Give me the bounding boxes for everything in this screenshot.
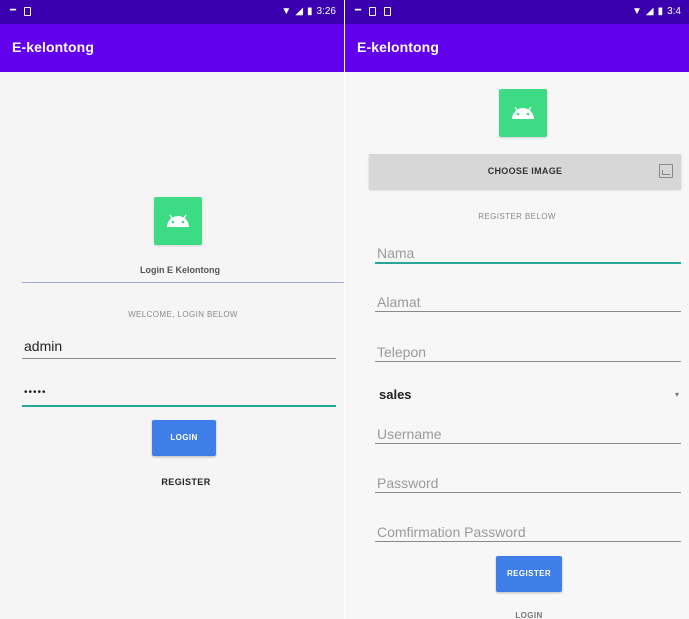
password-input[interactable]: ••••• xyxy=(24,387,334,398)
choose-image-label: CHOOSE IMAGE xyxy=(487,166,563,176)
signal-icon: ◢ xyxy=(295,6,304,17)
register-button[interactable]: REGISTER xyxy=(496,556,562,592)
android-logo-icon xyxy=(154,197,202,245)
status-time: 3:26 xyxy=(316,6,336,17)
image-icon xyxy=(659,164,673,178)
register-below-text: REGISTER BELOW xyxy=(478,212,556,221)
wifi-icon: ▼ xyxy=(631,6,642,17)
register-link[interactable]: REGISTER xyxy=(136,477,236,487)
notification-square-icon xyxy=(24,6,32,16)
logo-caption-underline xyxy=(22,282,344,283)
login-screen: ━ ▼ ◢ ▮ 3:26 E-kelontong Login E Kelonto… xyxy=(0,0,344,619)
battery-icon: ▮ xyxy=(657,6,664,17)
app-title: E-kelontong xyxy=(12,39,94,55)
telepon-underline xyxy=(375,361,681,362)
battery-icon: ▮ xyxy=(307,6,313,17)
username-input[interactable]: Username xyxy=(377,426,442,442)
notification-icon: ━ xyxy=(355,5,362,16)
logo-caption: Login E Kelontong xyxy=(140,265,220,275)
role-dropdown[interactable]: sales xyxy=(379,387,412,402)
login-button[interactable]: LOGIN xyxy=(152,420,216,456)
app-title: E-kelontong xyxy=(357,39,439,55)
username-underline xyxy=(22,358,336,359)
status-bar: ━ ▼ ◢ ▮ 3:26 xyxy=(0,0,344,24)
nama-underline xyxy=(375,262,681,264)
alamat-input[interactable]: Alamat xyxy=(377,294,421,310)
notification-icon: ━ xyxy=(10,5,17,16)
status-bar: ━ ▼ ◢ ▮ 3:4 xyxy=(345,0,689,24)
dropdown-arrow-icon[interactable]: ▾ xyxy=(675,390,679,399)
app-bar: E-kelontong xyxy=(0,24,344,72)
wifi-icon: ▼ xyxy=(281,6,292,17)
username-underline xyxy=(375,443,681,444)
telepon-input[interactable]: Telepon xyxy=(377,344,426,360)
confirm-password-input[interactable]: Comfirmation Password xyxy=(377,524,526,540)
nama-input[interactable]: Nama xyxy=(377,245,414,261)
login-link[interactable]: LOGIN xyxy=(479,611,579,619)
status-time: 3:4 xyxy=(667,6,681,17)
password-underline xyxy=(22,405,336,407)
signal-icon: ◢ xyxy=(645,6,654,17)
notification-square-icon xyxy=(384,6,392,16)
choose-image-button[interactable]: CHOOSE IMAGE xyxy=(369,154,681,189)
password-underline xyxy=(375,492,681,493)
username-input[interactable]: admin xyxy=(24,338,334,354)
android-logo-icon xyxy=(499,89,547,137)
confirm-password-underline xyxy=(375,541,681,542)
welcome-text: WELCOME, LOGIN BELOW xyxy=(128,310,238,319)
password-input[interactable]: Password xyxy=(377,475,438,491)
app-bar: E-kelontong xyxy=(345,24,689,72)
alamat-underline xyxy=(375,311,681,312)
notification-square-icon xyxy=(369,6,377,16)
register-screen: ━ ▼ ◢ ▮ 3:4 E-kelontong CHOOSE IMAGE REG… xyxy=(345,0,689,619)
